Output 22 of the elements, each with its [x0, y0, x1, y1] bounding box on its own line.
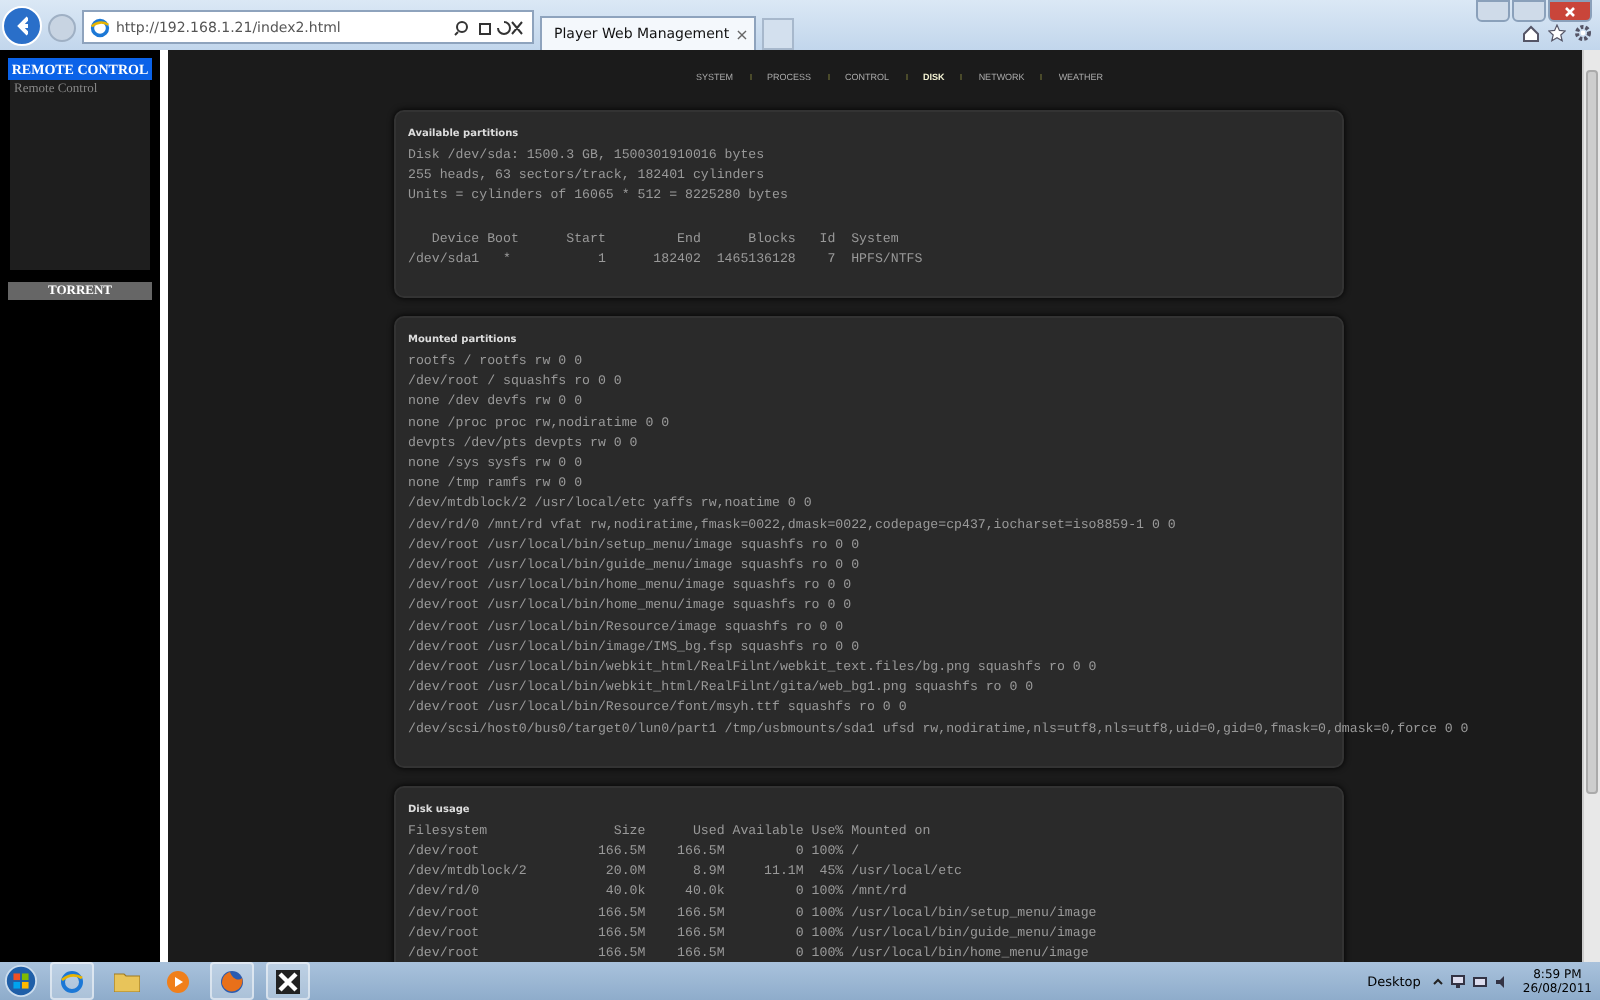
- back-button[interactable]: [2, 6, 42, 46]
- browser-taskbar-button[interactable]: [210, 962, 254, 1000]
- scrollbar-thumb[interactable]: [1586, 70, 1598, 794]
- globe-icon: [220, 969, 244, 993]
- scrollbar[interactable]: [1582, 50, 1600, 962]
- settings-icon[interactable]: [1574, 24, 1592, 42]
- browser-taskbar-button[interactable]: [50, 962, 94, 1000]
- address-tools-icon: [454, 19, 526, 35]
- star-icon[interactable]: [1548, 24, 1566, 42]
- close-icon: [1564, 5, 1576, 17]
- page-icon: [90, 17, 110, 37]
- folder-icon: [113, 970, 139, 992]
- start-button[interactable]: [4, 964, 38, 998]
- caret-icon[interactable]: [1432, 973, 1445, 989]
- play-icon: [166, 969, 190, 993]
- back-arrow-icon: [16, 14, 28, 38]
- cross-icon: [276, 969, 300, 993]
- browser-icon: [60, 969, 84, 993]
- close-tab-button[interactable]: ×: [735, 25, 749, 43]
- close-button[interactable]: [1548, 0, 1592, 22]
- network-icon[interactable]: [1450, 973, 1467, 989]
- app-taskbar-button[interactable]: [266, 962, 310, 1000]
